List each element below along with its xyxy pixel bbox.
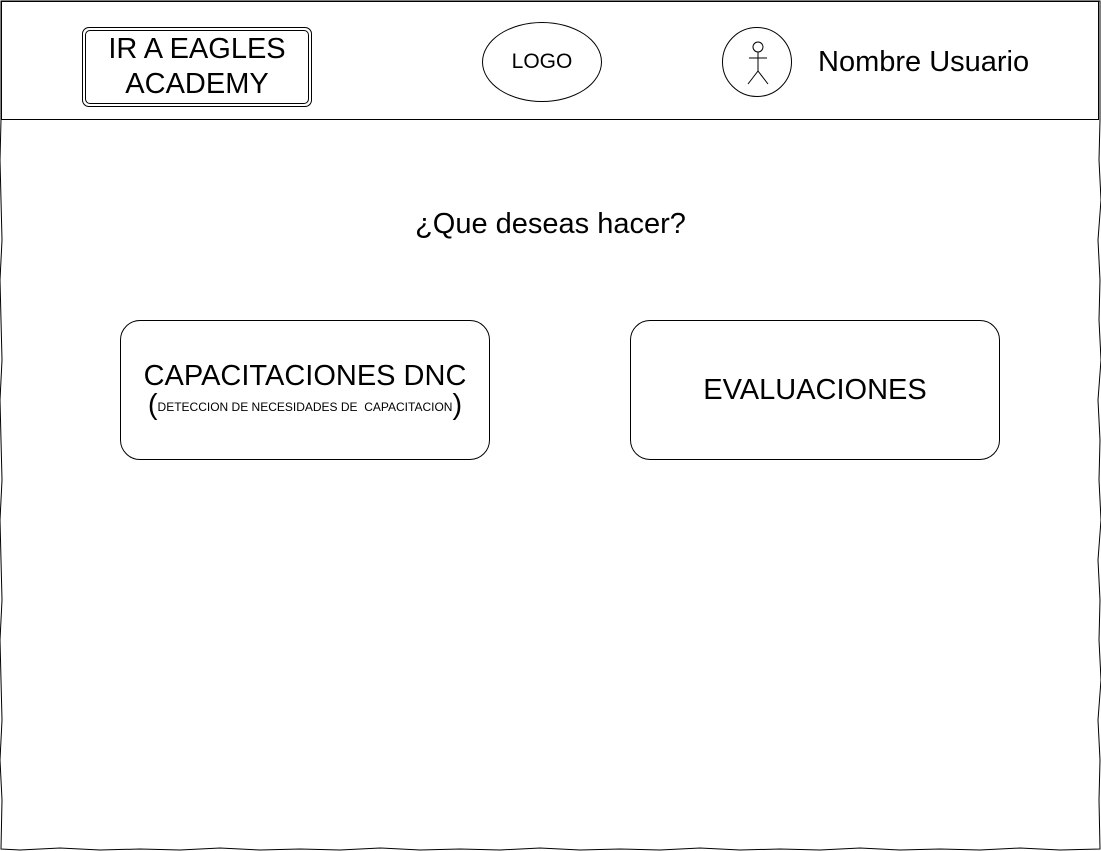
capacitaciones-dnc-subtitle: (DETECCION DE NECESIDADES DE CAPACITACIO…: [148, 390, 462, 422]
logo-label: LOGO: [511, 50, 573, 73]
user-name: Nombre Usuario: [818, 46, 1030, 78]
top-header: IR A EAGLES ACADEMY LOGO Nombre Usuario: [1, 1, 1099, 120]
logo: LOGO: [482, 22, 602, 102]
person-icon: [747, 41, 769, 85]
avatar[interactable]: [722, 27, 792, 97]
evaluaciones-button[interactable]: EVALUACIONES: [630, 320, 1000, 460]
go-to-eagles-academy-label: IR A EAGLES ACADEMY: [85, 30, 309, 104]
page-question: ¿Que deseas hacer?: [415, 208, 686, 240]
capacitaciones-dnc-title: CAPACITACIONES DNC: [143, 360, 467, 392]
subtitle-open-paren: (: [147, 389, 158, 421]
evaluaciones-title: EVALUACIONES: [703, 374, 927, 406]
capacitaciones-dnc-button[interactable]: CAPACITACIONES DNC (DETECCION DE NECESID…: [120, 320, 490, 460]
go-to-eagles-academy-button[interactable]: IR A EAGLES ACADEMY: [82, 27, 312, 107]
subtitle-text: DETECCION DE NECESIDADES DE CAPACITACION: [157, 400, 453, 414]
subtitle-close-paren: ): [452, 389, 463, 421]
